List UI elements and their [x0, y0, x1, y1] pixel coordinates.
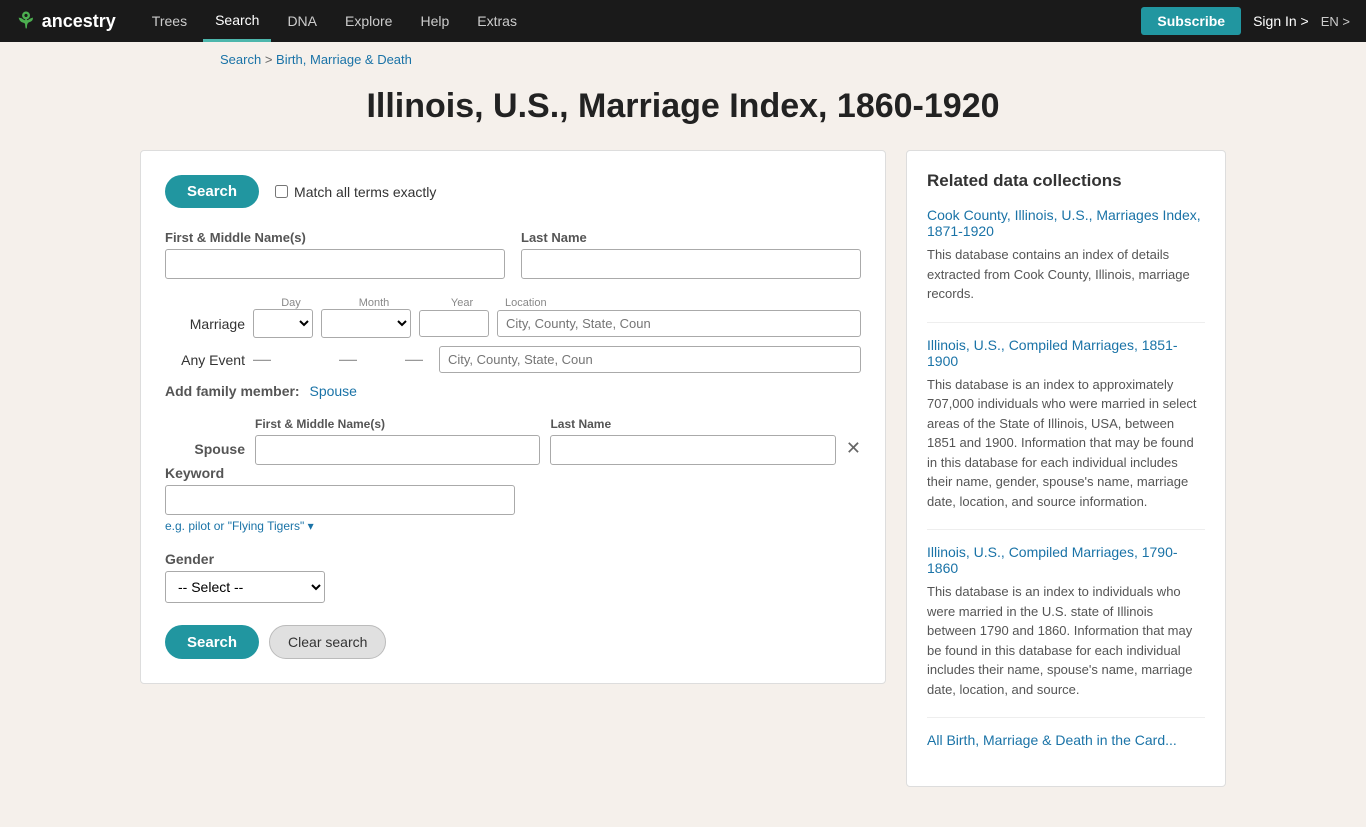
- last-name-label: Last Name: [521, 230, 861, 245]
- day-sub-label: Day: [261, 297, 321, 309]
- divider-0: [927, 322, 1205, 323]
- name-row: First & Middle Name(s) Last Name: [165, 230, 861, 279]
- nav-link-search[interactable]: Search: [203, 0, 271, 42]
- spouse-last-name-col: Last Name: [550, 417, 835, 465]
- spouse-first-name-col: First & Middle Name(s): [255, 417, 540, 465]
- marriage-location-input[interactable]: [497, 310, 861, 337]
- marriage-day-select[interactable]: [253, 309, 313, 338]
- match-exact-checkbox[interactable]: [275, 185, 288, 198]
- remove-spouse-button[interactable]: ✕: [846, 438, 861, 465]
- collection-desc-2: This database is an index to individuals…: [927, 582, 1205, 699]
- location-sub-label: Location: [505, 297, 861, 309]
- search-button-top[interactable]: Search: [165, 175, 259, 208]
- divider-1: [927, 529, 1205, 530]
- marriage-label: Marriage: [165, 316, 245, 332]
- breadcrumb-search[interactable]: Search: [220, 52, 261, 67]
- related-title: Related data collections: [927, 171, 1205, 191]
- logo-text: ancestry: [42, 11, 116, 32]
- any-event-row: Any Event — — —: [165, 346, 861, 373]
- add-family-label: Add family member:: [165, 383, 300, 399]
- right-panel: Related data collections Cook County, Il…: [906, 150, 1226, 787]
- nav-link-help[interactable]: Help: [408, 0, 461, 42]
- subscribe-button[interactable]: Subscribe: [1141, 7, 1241, 35]
- any-event-dash1: —: [253, 349, 271, 370]
- collection-link-2[interactable]: Illinois, U.S., Compiled Marriages, 1790…: [927, 544, 1205, 576]
- breadcrumb-category[interactable]: Birth, Marriage & Death: [276, 52, 412, 67]
- marriage-month-select[interactable]: [321, 309, 411, 338]
- match-exact-label[interactable]: Match all terms exactly: [275, 184, 436, 200]
- collection-item-3: All Birth, Marriage & Death in the Card.…: [927, 732, 1205, 748]
- gender-select[interactable]: -- Select -- Male Female: [165, 571, 325, 603]
- language-selector[interactable]: EN >: [1321, 14, 1350, 29]
- breadcrumb-separator: >: [265, 52, 276, 67]
- gender-label: Gender: [165, 551, 861, 567]
- nav-links: Trees Search DNA Explore Help Extras: [140, 0, 1118, 42]
- search-panel: Search Match all terms exactly First & M…: [140, 150, 886, 684]
- collection-item-1: Illinois, U.S., Compiled Marriages, 1851…: [927, 337, 1205, 512]
- keyword-hint[interactable]: e.g. pilot or "Flying Tigers" ▾: [165, 519, 861, 533]
- add-spouse-link[interactable]: Spouse: [309, 383, 356, 399]
- collection-item-2: Illinois, U.S., Compiled Marriages, 1790…: [927, 544, 1205, 699]
- marriage-event-section: Day Month Year Location Marriage Any Eve…: [165, 297, 861, 373]
- logo[interactable]: ⚘ ancestry: [16, 8, 116, 34]
- related-collections: Related data collections Cook County, Il…: [906, 150, 1226, 787]
- gender-section: Gender -- Select -- Male Female: [165, 551, 861, 603]
- bottom-buttons: Search Clear search: [165, 625, 861, 659]
- any-event-location-input[interactable]: [439, 346, 861, 373]
- first-name-input[interactable]: [165, 249, 505, 279]
- nav-link-extras[interactable]: Extras: [465, 0, 529, 42]
- collection-link-1[interactable]: Illinois, U.S., Compiled Marriages, 1851…: [927, 337, 1205, 369]
- marriage-row: Marriage: [165, 309, 861, 338]
- collection-item-0: Cook County, Illinois, U.S., Marriages I…: [927, 207, 1205, 304]
- divider-2: [927, 717, 1205, 718]
- clear-search-button[interactable]: Clear search: [269, 625, 386, 659]
- page-title: Illinois, U.S., Marriage Index, 1860-192…: [0, 77, 1366, 150]
- last-name-input[interactable]: [521, 249, 861, 279]
- any-event-dash2: —: [339, 349, 357, 370]
- keyword-input[interactable]: [165, 485, 515, 515]
- spouse-label: Spouse: [165, 441, 245, 465]
- spouse-first-name-input[interactable]: [255, 435, 540, 465]
- date-sub-labels: Day Month Year Location: [261, 297, 861, 309]
- last-name-group: Last Name: [521, 230, 861, 279]
- collection-desc-1: This database is an index to approximate…: [927, 375, 1205, 512]
- top-navigation: ⚘ ancestry Trees Search DNA Explore Help…: [0, 0, 1366, 42]
- spouse-last-name-label: Last Name: [550, 417, 835, 431]
- ancestry-leaf-icon: ⚘: [16, 8, 36, 34]
- marriage-year-input[interactable]: [419, 310, 489, 337]
- add-family-section: Add family member: Spouse: [165, 383, 861, 399]
- collection-link-0[interactable]: Cook County, Illinois, U.S., Marriages I…: [927, 207, 1205, 239]
- collection-link-3[interactable]: All Birth, Marriage & Death in the Card.…: [927, 732, 1205, 748]
- search-top-bar: Search Match all terms exactly: [165, 175, 861, 208]
- nav-link-trees[interactable]: Trees: [140, 0, 199, 42]
- year-sub-label: Year: [427, 297, 497, 309]
- nav-link-dna[interactable]: DNA: [275, 0, 329, 42]
- spouse-first-name-label: First & Middle Name(s): [255, 417, 540, 431]
- month-sub-label: Month: [329, 297, 419, 309]
- breadcrumb: Search > Birth, Marriage & Death: [0, 42, 1366, 77]
- spouse-last-name-input[interactable]: [550, 435, 835, 465]
- first-name-group: First & Middle Name(s): [165, 230, 505, 279]
- nav-link-explore[interactable]: Explore: [333, 0, 404, 42]
- collection-desc-0: This database contains an index of detai…: [927, 245, 1205, 304]
- spouse-row: Spouse First & Middle Name(s) Last Name …: [165, 417, 861, 465]
- main-layout: Search Match all terms exactly First & M…: [0, 150, 1366, 827]
- first-name-label: First & Middle Name(s): [165, 230, 505, 245]
- nav-right: Subscribe Sign In > EN >: [1141, 7, 1350, 35]
- search-button-bottom[interactable]: Search: [165, 625, 259, 659]
- spouse-name-fields: First & Middle Name(s) Last Name: [255, 417, 836, 465]
- any-event-dash3: —: [405, 349, 423, 370]
- keyword-section: Keyword e.g. pilot or "Flying Tigers" ▾: [165, 465, 861, 533]
- signin-link[interactable]: Sign In >: [1253, 13, 1309, 29]
- keyword-label: Keyword: [165, 465, 861, 481]
- any-event-label: Any Event: [165, 352, 245, 368]
